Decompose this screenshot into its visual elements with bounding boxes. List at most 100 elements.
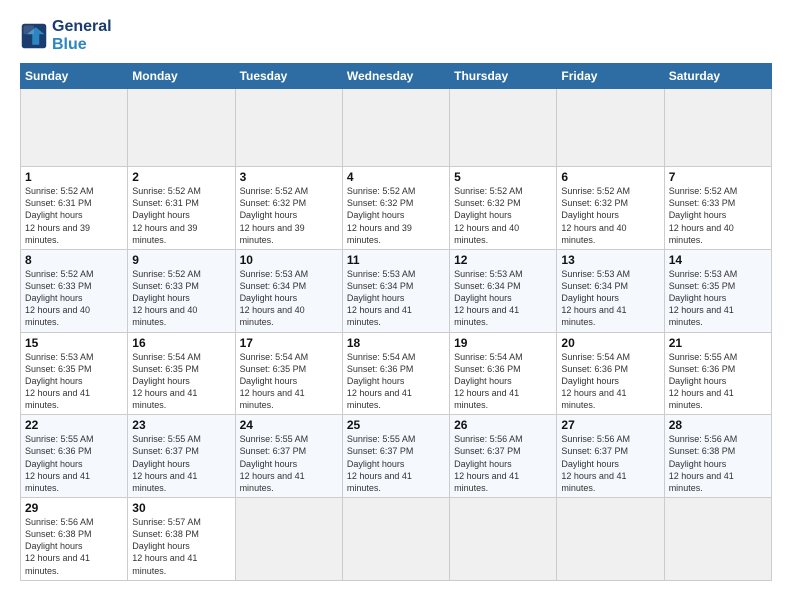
logo-text: General Blue <box>52 18 112 53</box>
calendar-cell: 29Sunrise: 5:56 AMSunset: 6:38 PMDayligh… <box>21 498 128 581</box>
calendar-cell <box>342 89 449 167</box>
day-number: 25 <box>347 418 445 432</box>
cell-content: Sunrise: 5:52 AMSunset: 6:32 PMDaylight … <box>561 185 659 246</box>
calendar-cell: 5Sunrise: 5:52 AMSunset: 6:32 PMDaylight… <box>450 167 557 250</box>
cell-content: Sunrise: 5:52 AMSunset: 6:31 PMDaylight … <box>25 185 123 246</box>
cell-content: Sunrise: 5:55 AMSunset: 6:37 PMDaylight … <box>132 433 230 494</box>
col-saturday: Saturday <box>664 64 771 89</box>
calendar-cell: 11Sunrise: 5:53 AMSunset: 6:34 PMDayligh… <box>342 249 449 332</box>
calendar-week-1: 1Sunrise: 5:52 AMSunset: 6:31 PMDaylight… <box>21 167 772 250</box>
cell-content: Sunrise: 5:52 AMSunset: 6:32 PMDaylight … <box>240 185 338 246</box>
day-number: 12 <box>454 253 552 267</box>
calendar-cell: 21Sunrise: 5:55 AMSunset: 6:36 PMDayligh… <box>664 332 771 415</box>
calendar-cell: 19Sunrise: 5:54 AMSunset: 6:36 PMDayligh… <box>450 332 557 415</box>
day-number: 26 <box>454 418 552 432</box>
calendar-week-0 <box>21 89 772 167</box>
calendar: Sunday Monday Tuesday Wednesday Thursday… <box>20 63 772 581</box>
day-number: 14 <box>669 253 767 267</box>
calendar-cell: 22Sunrise: 5:55 AMSunset: 6:36 PMDayligh… <box>21 415 128 498</box>
col-friday: Friday <box>557 64 664 89</box>
calendar-cell: 6Sunrise: 5:52 AMSunset: 6:32 PMDaylight… <box>557 167 664 250</box>
calendar-cell <box>450 498 557 581</box>
calendar-cell: 24Sunrise: 5:55 AMSunset: 6:37 PMDayligh… <box>235 415 342 498</box>
calendar-week-4: 22Sunrise: 5:55 AMSunset: 6:36 PMDayligh… <box>21 415 772 498</box>
day-number: 24 <box>240 418 338 432</box>
cell-content: Sunrise: 5:55 AMSunset: 6:36 PMDaylight … <box>25 433 123 494</box>
day-number: 4 <box>347 170 445 184</box>
cell-content: Sunrise: 5:56 AMSunset: 6:37 PMDaylight … <box>561 433 659 494</box>
calendar-cell <box>235 498 342 581</box>
calendar-cell: 13Sunrise: 5:53 AMSunset: 6:34 PMDayligh… <box>557 249 664 332</box>
calendar-cell <box>128 89 235 167</box>
calendar-cell: 14Sunrise: 5:53 AMSunset: 6:35 PMDayligh… <box>664 249 771 332</box>
calendar-cell: 12Sunrise: 5:53 AMSunset: 6:34 PMDayligh… <box>450 249 557 332</box>
day-number: 10 <box>240 253 338 267</box>
cell-content: Sunrise: 5:54 AMSunset: 6:36 PMDaylight … <box>561 351 659 412</box>
day-number: 29 <box>25 501 123 515</box>
logo-icon <box>20 22 48 50</box>
day-number: 11 <box>347 253 445 267</box>
day-number: 15 <box>25 336 123 350</box>
day-number: 8 <box>25 253 123 267</box>
day-number: 18 <box>347 336 445 350</box>
col-monday: Monday <box>128 64 235 89</box>
day-number: 16 <box>132 336 230 350</box>
cell-content: Sunrise: 5:53 AMSunset: 6:34 PMDaylight … <box>561 268 659 329</box>
cell-content: Sunrise: 5:56 AMSunset: 6:38 PMDaylight … <box>25 516 123 577</box>
cell-content: Sunrise: 5:52 AMSunset: 6:33 PMDaylight … <box>25 268 123 329</box>
calendar-cell: 15Sunrise: 5:53 AMSunset: 6:35 PMDayligh… <box>21 332 128 415</box>
calendar-cell: 30Sunrise: 5:57 AMSunset: 6:38 PMDayligh… <box>128 498 235 581</box>
cell-content: Sunrise: 5:55 AMSunset: 6:36 PMDaylight … <box>669 351 767 412</box>
cell-content: Sunrise: 5:54 AMSunset: 6:36 PMDaylight … <box>454 351 552 412</box>
calendar-cell: 1Sunrise: 5:52 AMSunset: 6:31 PMDaylight… <box>21 167 128 250</box>
cell-content: Sunrise: 5:54 AMSunset: 6:36 PMDaylight … <box>347 351 445 412</box>
calendar-cell <box>557 498 664 581</box>
col-sunday: Sunday <box>21 64 128 89</box>
day-number: 1 <box>25 170 123 184</box>
day-number: 28 <box>669 418 767 432</box>
day-number: 7 <box>669 170 767 184</box>
calendar-cell <box>342 498 449 581</box>
calendar-cell: 2Sunrise: 5:52 AMSunset: 6:31 PMDaylight… <box>128 167 235 250</box>
cell-content: Sunrise: 5:56 AMSunset: 6:38 PMDaylight … <box>669 433 767 494</box>
cell-content: Sunrise: 5:53 AMSunset: 6:35 PMDaylight … <box>669 268 767 329</box>
cell-content: Sunrise: 5:52 AMSunset: 6:33 PMDaylight … <box>669 185 767 246</box>
day-number: 5 <box>454 170 552 184</box>
day-number: 17 <box>240 336 338 350</box>
day-number: 27 <box>561 418 659 432</box>
calendar-cell <box>450 89 557 167</box>
calendar-cell: 27Sunrise: 5:56 AMSunset: 6:37 PMDayligh… <box>557 415 664 498</box>
calendar-cell: 9Sunrise: 5:52 AMSunset: 6:33 PMDaylight… <box>128 249 235 332</box>
day-number: 9 <box>132 253 230 267</box>
cell-content: Sunrise: 5:55 AMSunset: 6:37 PMDaylight … <box>240 433 338 494</box>
calendar-cell: 16Sunrise: 5:54 AMSunset: 6:35 PMDayligh… <box>128 332 235 415</box>
calendar-cell: 7Sunrise: 5:52 AMSunset: 6:33 PMDaylight… <box>664 167 771 250</box>
cell-content: Sunrise: 5:52 AMSunset: 6:32 PMDaylight … <box>347 185 445 246</box>
cell-content: Sunrise: 5:54 AMSunset: 6:35 PMDaylight … <box>132 351 230 412</box>
cell-content: Sunrise: 5:53 AMSunset: 6:34 PMDaylight … <box>240 268 338 329</box>
calendar-cell: 18Sunrise: 5:54 AMSunset: 6:36 PMDayligh… <box>342 332 449 415</box>
calendar-week-3: 15Sunrise: 5:53 AMSunset: 6:35 PMDayligh… <box>21 332 772 415</box>
cell-content: Sunrise: 5:57 AMSunset: 6:38 PMDaylight … <box>132 516 230 577</box>
cell-content: Sunrise: 5:52 AMSunset: 6:33 PMDaylight … <box>132 268 230 329</box>
day-number: 3 <box>240 170 338 184</box>
calendar-cell: 17Sunrise: 5:54 AMSunset: 6:35 PMDayligh… <box>235 332 342 415</box>
calendar-cell: 28Sunrise: 5:56 AMSunset: 6:38 PMDayligh… <box>664 415 771 498</box>
col-thursday: Thursday <box>450 64 557 89</box>
calendar-cell <box>557 89 664 167</box>
calendar-cell <box>664 498 771 581</box>
calendar-cell: 25Sunrise: 5:55 AMSunset: 6:37 PMDayligh… <box>342 415 449 498</box>
calendar-cell: 10Sunrise: 5:53 AMSunset: 6:34 PMDayligh… <box>235 249 342 332</box>
page: General Blue Sunday Monday Tuesday Wedne… <box>0 0 792 612</box>
calendar-cell <box>21 89 128 167</box>
calendar-cell: 20Sunrise: 5:54 AMSunset: 6:36 PMDayligh… <box>557 332 664 415</box>
day-number: 2 <box>132 170 230 184</box>
cell-content: Sunrise: 5:53 AMSunset: 6:34 PMDaylight … <box>347 268 445 329</box>
header: General Blue <box>20 18 772 53</box>
col-wednesday: Wednesday <box>342 64 449 89</box>
calendar-week-5: 29Sunrise: 5:56 AMSunset: 6:38 PMDayligh… <box>21 498 772 581</box>
calendar-cell: 8Sunrise: 5:52 AMSunset: 6:33 PMDaylight… <box>21 249 128 332</box>
cell-content: Sunrise: 5:55 AMSunset: 6:37 PMDaylight … <box>347 433 445 494</box>
logo: General Blue <box>20 18 112 53</box>
day-number: 21 <box>669 336 767 350</box>
